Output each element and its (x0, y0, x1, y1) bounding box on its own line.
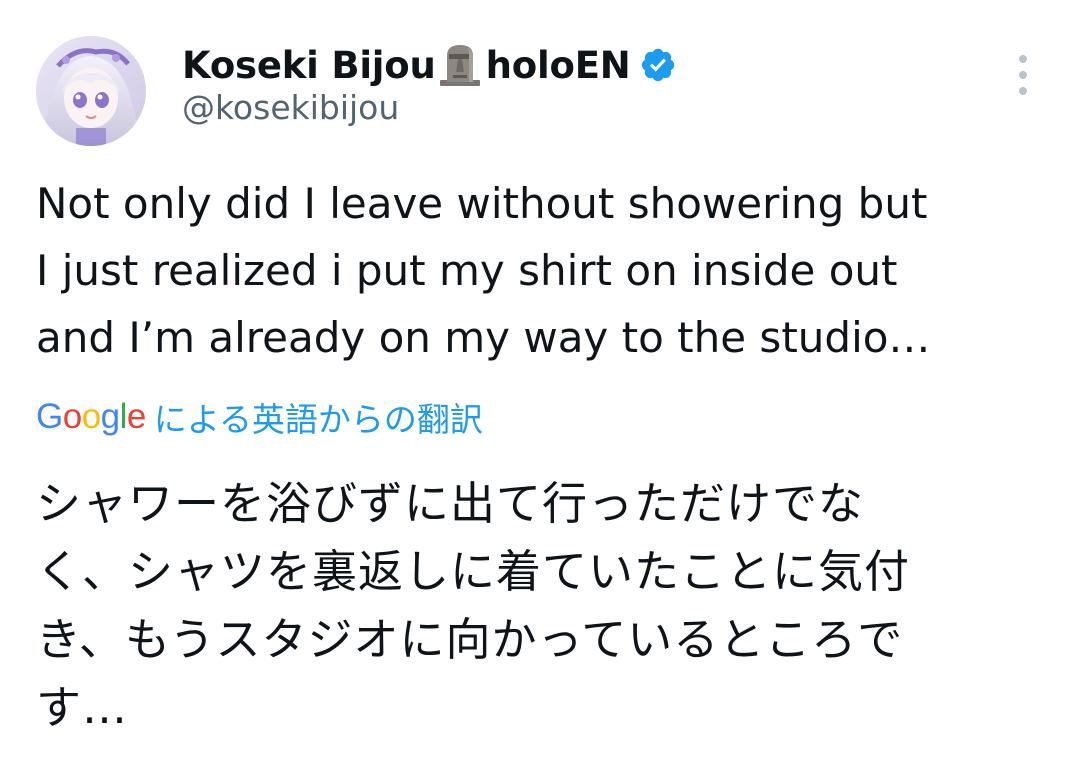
tweet-text: Not only did I leave without showering b… (36, 170, 1046, 371)
google-logo-letter: o (62, 397, 82, 436)
translated-text-line: き、もうスタジオに向かっているところで (36, 613, 904, 666)
avatar[interactable] (36, 36, 146, 146)
translation-label[interactable]: による英語からの翻訳 (154, 393, 483, 441)
author-name-suffix[interactable]: holoEN (486, 44, 631, 87)
tweet-text-line: I just realized i put my shirt on inside… (36, 246, 898, 295)
author-display-name[interactable]: Koseki Bijou (182, 44, 436, 87)
translated-text-line: す… (36, 681, 129, 734)
translated-text: シャワーを浴びずに出て行っただけでな く、シャツを裏返しに着ていたことに気付 き… (36, 470, 1046, 742)
translated-text-line: く、シャツを裏返しに着ていたことに気付 (36, 545, 911, 598)
author-handle[interactable]: @kosekibijou (182, 88, 399, 127)
tweet-text-line: Not only did I leave without showering b… (36, 179, 928, 228)
translation-attribution[interactable]: Google による英語からの翻訳 (36, 392, 483, 442)
author-name-row[interactable]: Koseki Bijou holoEN (182, 40, 677, 90)
more-options-button[interactable] (1008, 55, 1038, 95)
more-vertical-icon (1019, 55, 1027, 63)
google-logo-letter: G (36, 397, 63, 436)
avatar-image (36, 36, 146, 146)
google-logo-letter: g (100, 397, 120, 436)
moai-icon (439, 44, 480, 86)
tweet-text-line: and I’m already on my way to the studio… (36, 313, 931, 362)
google-logo-letter: l (119, 397, 128, 436)
google-logo-letter: e (126, 397, 146, 436)
google-logo-letter: o (81, 397, 101, 436)
google-logo: Google (36, 397, 146, 437)
verified-badge-icon[interactable] (639, 46, 677, 84)
translated-text-line: シャワーを浴びずに出て行っただけでな (36, 477, 865, 530)
